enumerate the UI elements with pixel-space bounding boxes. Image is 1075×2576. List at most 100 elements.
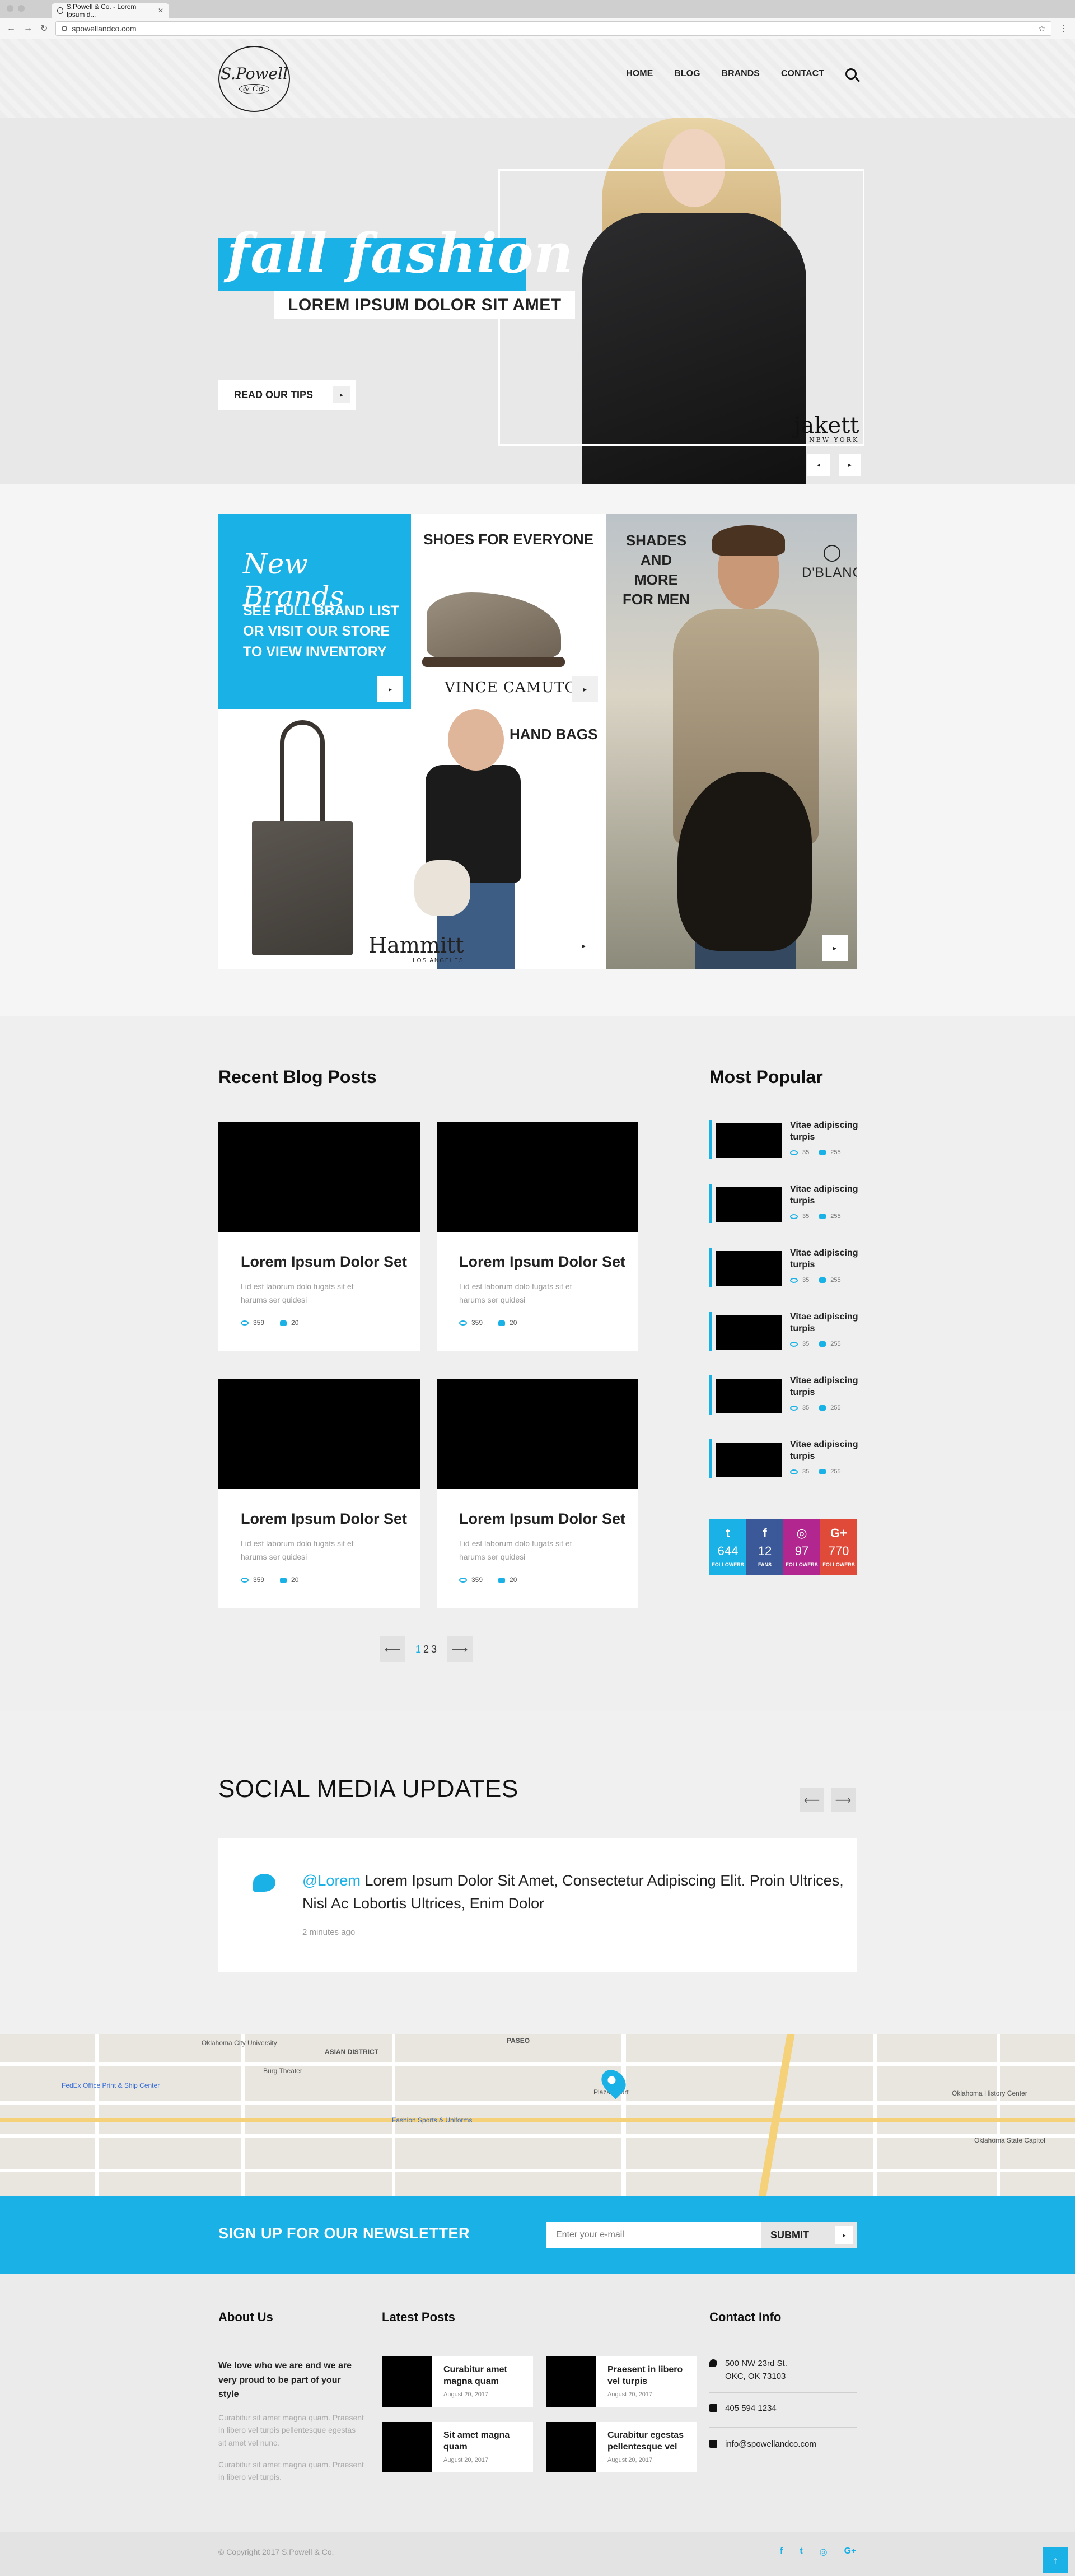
popular-item-title[interactable]: Vitae adipiscing turpis	[790, 1120, 863, 1144]
pager-page-1[interactable]: 1	[415, 1644, 421, 1655]
facebook-icon[interactable]: f	[780, 2546, 783, 2558]
location-map[interactable]: Oklahoma City University ASIAN DISTRICT …	[0, 2034, 1075, 2196]
popular-item-meta: 35 255	[790, 1277, 841, 1284]
latest-post[interactable]: Curabitur amet magna quam August 20, 2017	[382, 2356, 533, 2407]
popular-accent-bar	[709, 1184, 712, 1223]
blog-card[interactable]: Lorem Ipsum Dolor Set Lid est laborum do…	[218, 1122, 420, 1351]
blog-card-title[interactable]: Lorem Ipsum Dolor Set	[241, 1253, 407, 1271]
shoe-image	[427, 592, 561, 660]
newsletter-submit-button[interactable]: SUBMIT ▸	[761, 2222, 857, 2248]
popular-thumb	[716, 1379, 782, 1413]
divider	[709, 2427, 857, 2428]
slider-prev-button[interactable]: ◂	[807, 454, 830, 476]
popular-thumb	[716, 1123, 782, 1158]
nav-contact[interactable]: CONTACT	[781, 69, 824, 79]
forward-icon[interactable]: →	[24, 24, 32, 34]
back-icon[interactable]: ←	[7, 24, 16, 34]
bags-title: HAND BAGS	[510, 726, 598, 743]
window-close-button[interactable]	[7, 5, 13, 12]
blog-card-image	[218, 1379, 420, 1489]
blog-card-image	[437, 1122, 638, 1232]
googleplus-icon[interactable]: G+	[844, 2546, 857, 2558]
browser-tab[interactable]: S.Powell & Co. - Lorem Ipsum d... ✕	[52, 3, 169, 18]
url-input[interactable]: spowellandco.com ☆	[55, 21, 1051, 36]
eye-icon	[459, 1320, 467, 1326]
latest-post-thumb	[382, 2356, 432, 2407]
reload-icon[interactable]: ↻	[40, 23, 48, 34]
email-link[interactable]: info@spowellandco.com	[725, 2438, 816, 2451]
popular-item[interactable]: Vitae adipiscing turpis 35 255	[709, 1439, 861, 1478]
pager-next-button[interactable]: ⟶	[447, 1636, 473, 1662]
nav-home[interactable]: HOME	[626, 69, 653, 79]
shades-arrow-button[interactable]: ▸	[822, 935, 848, 961]
latest-post[interactable]: Sit amet magna quam August 20, 2017	[382, 2422, 533, 2472]
nav-brands[interactable]: BRANDS	[722, 69, 760, 79]
blog-card-title[interactable]: Lorem Ipsum Dolor Set	[459, 1510, 625, 1528]
popular-item[interactable]: Vitae adipiscing turpis 35 255	[709, 1375, 861, 1415]
social-next-button[interactable]: ⟶	[831, 1788, 856, 1812]
blog-card-title[interactable]: Lorem Ipsum Dolor Set	[459, 1253, 625, 1271]
popular-item[interactable]: Vitae adipiscing turpis 35 255	[709, 1184, 861, 1223]
popular-item-title[interactable]: Vitae adipiscing turpis	[790, 1248, 863, 1271]
bookmark-star-icon[interactable]: ☆	[1038, 24, 1045, 34]
window-minimize-button[interactable]	[18, 5, 25, 12]
read-tips-button[interactable]: READ OUR TIPS ▸	[218, 380, 356, 410]
menu-icon[interactable]: ⋮	[1059, 23, 1068, 34]
new-brands-arrow-button[interactable]: ▸	[377, 676, 403, 702]
pager-page-2[interactable]: 2	[423, 1644, 429, 1655]
blog-card[interactable]: Lorem Ipsum Dolor Set Lid est laborum do…	[218, 1379, 420, 1608]
nav-blog[interactable]: BLOG	[674, 69, 700, 79]
popular-item-title[interactable]: Vitae adipiscing turpis	[790, 1184, 863, 1207]
hero-brand-logo: jakett NEW YORK	[794, 414, 859, 443]
popular-item-title[interactable]: Vitae adipiscing turpis	[790, 1312, 863, 1335]
latest-post[interactable]: Praesent in libero vel turpis August 20, …	[546, 2356, 697, 2407]
back-to-top-button[interactable]: ↑	[1043, 2547, 1068, 2573]
latest-post[interactable]: Curabitur egestas pellentesque vel August…	[546, 2422, 697, 2472]
latest-post-title[interactable]: Curabitur egestas pellentesque vel	[607, 2430, 697, 2453]
tweet-handle-link[interactable]: @Lorem	[302, 1872, 361, 1889]
blog-card-excerpt: Lid est laborum dolo fugats sit et harum…	[459, 1282, 572, 1304]
newsletter-email-input[interactable]	[546, 2222, 761, 2248]
instagram-icon[interactable]: ◎	[820, 2546, 828, 2558]
instagram-counter[interactable]: ◎ 97 FOLLOWERS	[783, 1519, 820, 1575]
latest-post-title[interactable]: Curabitur amet magna quam	[443, 2364, 533, 2388]
slider-next-button[interactable]: ▸	[839, 454, 861, 476]
popular-item[interactable]: Vitae adipiscing turpis 35 255	[709, 1312, 861, 1351]
bags-arrow-button[interactable]: ▸	[571, 933, 597, 959]
popular-item-title[interactable]: Vitae adipiscing turpis	[790, 1375, 863, 1399]
latest-post-title[interactable]: Sit amet magna quam	[443, 2430, 533, 2453]
twitter-icon[interactable]: t	[800, 2546, 802, 2558]
shoes-arrow-button[interactable]: ▸	[572, 676, 598, 702]
latest-post-title[interactable]: Praesent in libero vel turpis	[607, 2364, 697, 2388]
pager-page-3[interactable]: 3	[431, 1644, 437, 1655]
map-road	[0, 2062, 1075, 2066]
popular-views: 35	[790, 1468, 809, 1475]
search-icon[interactable]	[845, 68, 857, 80]
blog-card[interactable]: Lorem Ipsum Dolor Set Lid est laborum do…	[437, 1379, 638, 1608]
tile-shoes[interactable]: SHOES FOR EVERYONE VINCE CAMUTO ▸	[411, 514, 606, 709]
tile-new-brands[interactable]: New Brands SEE FULL BRAND LIST OR VISIT …	[218, 514, 411, 709]
blog-card-image	[218, 1122, 420, 1232]
instagram-icon: ◎	[796, 1526, 807, 1540]
googleplus-counter[interactable]: G+ 770 FOLLOWERS	[820, 1519, 857, 1575]
tweet-body: Lorem Ipsum Dolor Sit Amet, Consectetur …	[302, 1872, 844, 1912]
comment-icon	[819, 1341, 826, 1347]
twitter-counter[interactable]: t 644 FOLLOWERS	[709, 1519, 746, 1575]
site-logo[interactable]: S.Powell & Co.	[218, 46, 290, 112]
map-label: Oklahoma State Capitol	[974, 2136, 1045, 2144]
views-value: 359	[471, 1319, 483, 1327]
popular-item[interactable]: Vitae adipiscing turpis 35 255	[709, 1248, 861, 1287]
tile-handbags[interactable]: HAND BAGS Hammitt LOS ANGELES ▸	[218, 709, 606, 969]
blog-card-meta: 359 20	[241, 1576, 298, 1584]
contact-phone: 405 594 1234	[709, 2402, 777, 2415]
popular-item-title[interactable]: Vitae adipiscing turpis	[790, 1439, 863, 1463]
facebook-counter[interactable]: f 12 FANS	[746, 1519, 783, 1575]
blog-card-title[interactable]: Lorem Ipsum Dolor Set	[241, 1510, 407, 1528]
blog-card[interactable]: Lorem Ipsum Dolor Set Lid est laborum do…	[437, 1122, 638, 1351]
map-label: Oklahoma City University	[202, 2039, 277, 2047]
popular-item[interactable]: Vitae adipiscing turpis 35 255	[709, 1120, 861, 1159]
social-prev-button[interactable]: ⟵	[800, 1788, 824, 1812]
pager-prev-button[interactable]: ⟵	[380, 1636, 405, 1662]
close-tab-icon[interactable]: ✕	[158, 7, 163, 15]
tile-shades[interactable]: SHADES AND MORE FOR MEN D'BLANC ▸	[606, 514, 857, 969]
